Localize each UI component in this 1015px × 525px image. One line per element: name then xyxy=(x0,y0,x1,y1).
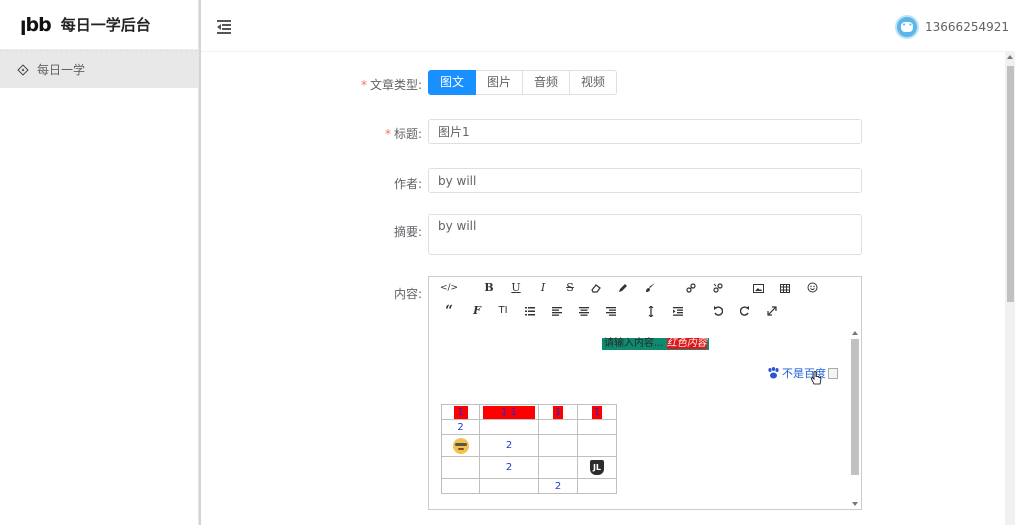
align-right-icon[interactable] xyxy=(601,301,621,321)
diamond-icon xyxy=(17,63,29,76)
image-icon[interactable] xyxy=(748,278,768,298)
scrollbar-thumb[interactable] xyxy=(851,339,859,475)
emoji-icon[interactable] xyxy=(802,278,822,298)
font-icon[interactable]: F xyxy=(467,301,487,321)
eraser-icon[interactable] xyxy=(586,278,606,298)
required-mark: * xyxy=(360,78,367,92)
emoji-face-icon xyxy=(452,437,469,454)
table-row: 2 xyxy=(441,434,617,457)
code-icon[interactable]: </> xyxy=(439,278,459,298)
required-mark: * xyxy=(384,127,391,141)
redo-icon[interactable] xyxy=(735,301,755,321)
baidu-link[interactable]: 不是百度 xyxy=(767,365,838,381)
underline-icon[interactable]: U xyxy=(506,278,526,298)
user-phone: 13666254921 xyxy=(925,20,1009,34)
pencil-icon[interactable] xyxy=(613,278,633,298)
sidebar-item-daily-study[interactable]: 每日一学 xyxy=(0,50,198,88)
article-type-label: * 文章类型: xyxy=(360,78,422,92)
align-left-icon[interactable] xyxy=(547,301,567,321)
title-input[interactable] xyxy=(428,119,862,144)
line-height-icon[interactable] xyxy=(641,301,661,321)
author-input[interactable] xyxy=(428,168,862,193)
user-menu[interactable]: 13666254921 xyxy=(895,15,1009,39)
type-option-audio[interactable]: 音频 xyxy=(523,70,571,95)
align-center-icon[interactable] xyxy=(574,301,594,321)
unlink-icon[interactable] xyxy=(708,278,728,298)
scrollbar-thumb[interactable] xyxy=(1007,66,1014,302)
fullscreen-icon[interactable] xyxy=(762,301,782,321)
article-type-radio-group: 图文 图片 音频 视频 xyxy=(428,70,618,95)
author-label: 作者: xyxy=(393,177,422,191)
avatar[interactable] xyxy=(895,15,920,39)
link-icon[interactable] xyxy=(681,278,701,298)
undo-icon[interactable] xyxy=(708,301,728,321)
content-table: 1 1 1 1 1 2 2 2 JL 2 xyxy=(441,404,617,494)
scroll-up-arrow-icon[interactable] xyxy=(1007,55,1013,59)
title-label: * 标题: xyxy=(384,127,422,141)
editor-content-area[interactable]: 请输入内容... 红色内容 不是百度 1 1 1 1 1 2 2 2 JL 2 xyxy=(429,329,849,509)
app-logo[interactable]: ꞁbb 每日一学后台 xyxy=(0,0,198,50)
editor-toolbar-row-1: </> B U I S xyxy=(429,278,861,300)
table-row: 2 xyxy=(441,478,617,494)
summary-textarea[interactable]: by will xyxy=(428,214,862,255)
brush-icon[interactable] xyxy=(640,278,660,298)
header: 13666254921 xyxy=(201,0,1015,52)
summary-label: 摘要: xyxy=(393,225,422,239)
sidebar: ꞁbb 每日一学后台 每日一学 xyxy=(0,0,199,525)
app-title: 每日一学后台 xyxy=(60,16,151,34)
badge-icon: JL xyxy=(590,460,604,475)
bold-icon[interactable]: B xyxy=(479,278,499,298)
scroll-down-arrow-icon[interactable] xyxy=(852,502,858,506)
highlighted-text: 请输入内容... 红色内容 xyxy=(602,338,709,350)
list-icon[interactable] xyxy=(520,301,540,321)
content-label: 内容: xyxy=(393,287,422,301)
rich-text-editor: </> B U I S “ F TI 请输入内容... 红色内容 不是百度 1 … xyxy=(428,276,862,510)
table-icon[interactable] xyxy=(775,278,795,298)
editor-toolbar-row-2: “ F TI xyxy=(429,301,861,323)
italic-icon[interactable]: I xyxy=(533,278,553,298)
red-highlighted-text: 红色内容 xyxy=(666,338,707,349)
editor-scrollbar[interactable] xyxy=(850,329,860,509)
paw-icon xyxy=(768,367,779,379)
scroll-up-arrow-icon[interactable] xyxy=(852,331,858,335)
page-scrollbar[interactable] xyxy=(1005,52,1015,525)
quote-icon[interactable]: “ xyxy=(439,301,459,321)
table-row: 1 1 1 1 1 xyxy=(441,404,617,420)
indent-icon[interactable] xyxy=(668,301,688,321)
logo-mark: ꞁbb xyxy=(20,13,52,36)
type-option-image[interactable]: 图片 xyxy=(476,70,524,95)
broken-image-icon xyxy=(828,367,838,379)
table-row: 2 JL xyxy=(441,456,617,479)
strikethrough-icon[interactable]: S xyxy=(560,278,580,298)
text-size-icon[interactable]: TI xyxy=(493,301,513,321)
sidebar-item-label: 每日一学 xyxy=(37,63,86,77)
menu-fold-icon[interactable] xyxy=(217,19,233,34)
table-row: 2 xyxy=(441,419,617,435)
hand-cursor-icon xyxy=(811,371,822,385)
type-option-video[interactable]: 视频 xyxy=(570,70,618,95)
type-option-text-image[interactable]: 图文 xyxy=(428,70,477,95)
